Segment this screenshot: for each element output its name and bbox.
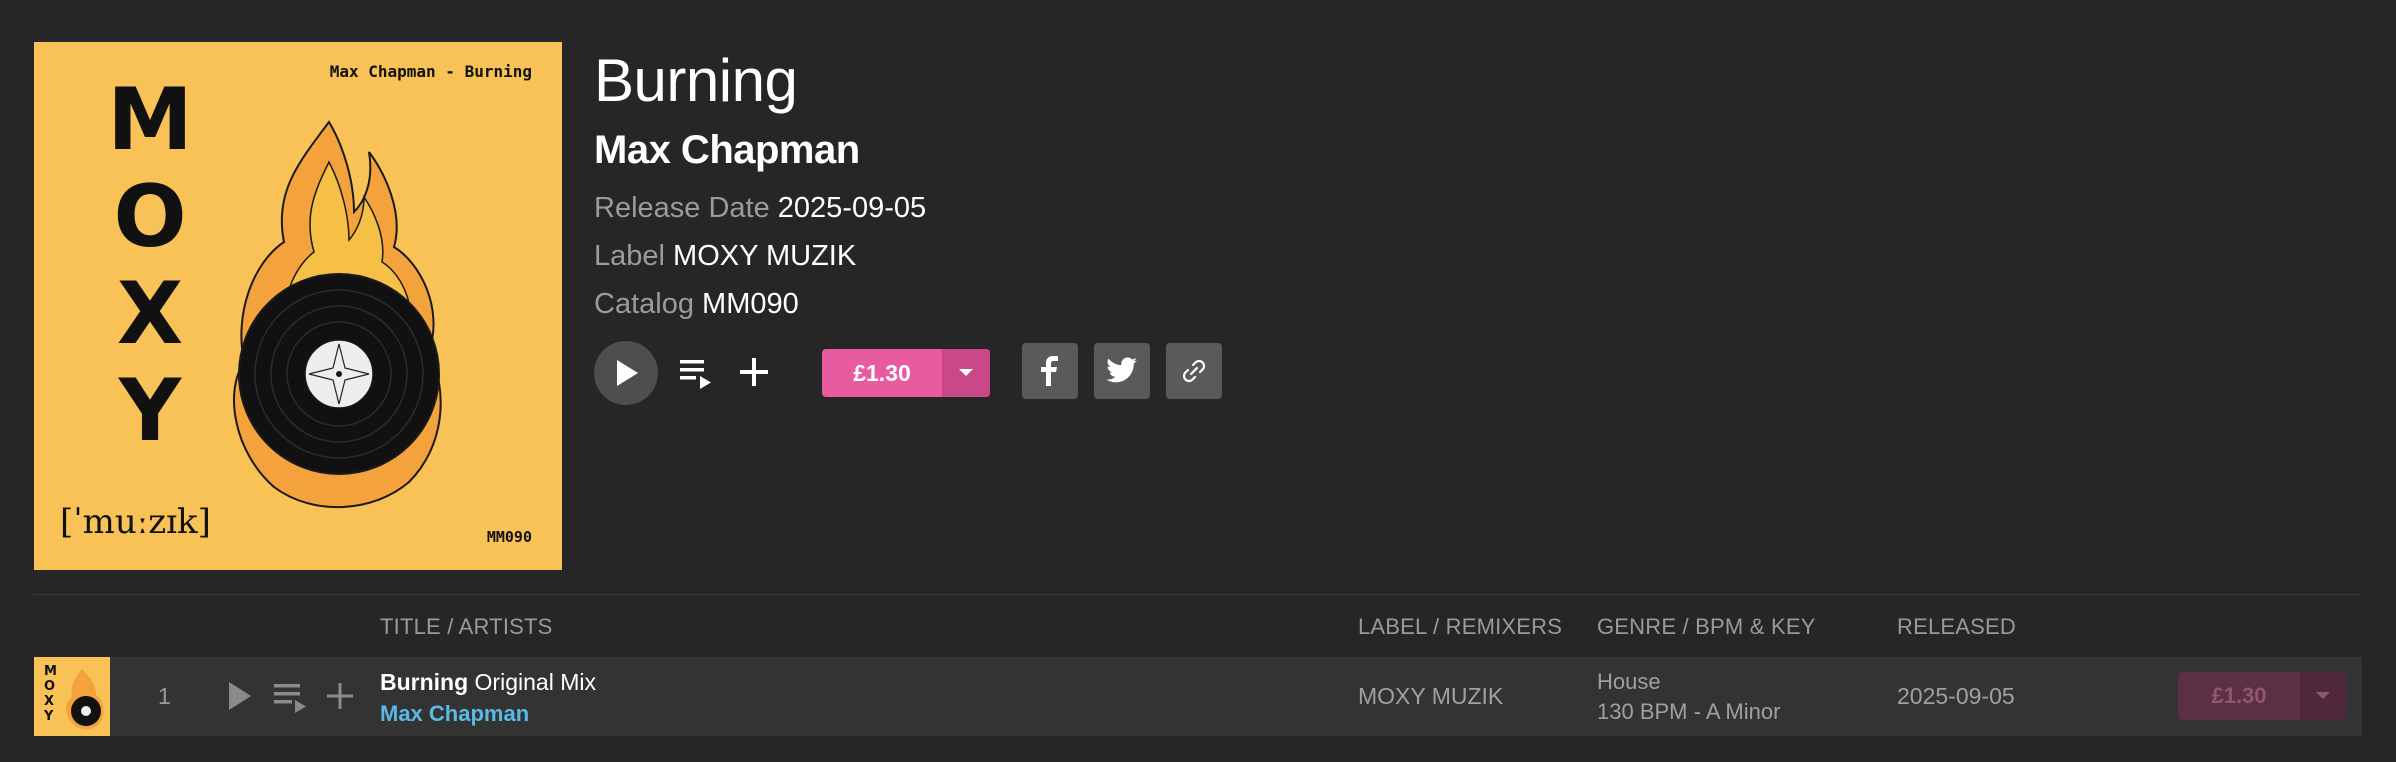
plus-icon [740,358,768,386]
label-link[interactable]: MOXY MUZIK [673,240,856,272]
plus-icon [327,683,353,709]
track-price-options-dropdown[interactable] [2300,672,2346,720]
svg-text:O: O [44,679,55,694]
add-track-to-queue-button[interactable] [272,681,308,720]
track-cover-thumbnail: M O X Y [34,657,110,736]
catalog-row: Catalog MM090 [594,288,799,321]
play-icon [617,360,638,386]
copy-link-button[interactable] [1166,343,1222,399]
add-track-to-playlist-button[interactable] [324,680,356,717]
release-price[interactable]: £1.30 [822,349,942,397]
share-facebook-button[interactable] [1022,343,1078,399]
cover-letter: M [107,70,193,170]
queue-icon [680,360,711,389]
label-row: Label MOXY MUZIK [594,240,856,273]
play-release-button[interactable] [594,341,658,405]
flaming-record-illustration [233,120,442,509]
release-date-row: Release Date 2025-09-05 [594,192,926,225]
chevron-down-icon [959,369,973,376]
cover-top-text: Max Chapman - Burning [329,62,532,81]
track-title-link[interactable]: Burning Original Mix [380,669,596,696]
section-divider [34,594,2362,595]
twitter-icon [1106,357,1137,383]
track-row[interactable]: M O X Y 1 Burning Original Mix Max Chapm… [34,657,2362,736]
release-cover-art: M O X Y Max Chapman - Burning [ˈmuːzɪk] … [34,42,562,570]
column-header-label-remixers[interactable]: LABEL / REMIXERS [1358,614,1562,640]
catalog-value: MM090 [702,288,799,320]
label-key: Label [594,240,665,272]
track-genre-link[interactable]: House [1597,669,1661,695]
track-thumbnail[interactable]: M O X Y [34,657,110,736]
cover-letter: O [113,167,187,267]
track-artist-link[interactable]: Max Chapman [380,701,529,727]
cover-letter: Y [118,361,182,461]
column-header-title-artists[interactable]: TITLE / ARTISTS [380,614,553,640]
release-date-key: Release Date [594,192,770,224]
cover-phonetic-text: [ˈmuːzɪk] [60,502,211,542]
track-title[interactable]: Burning [380,669,468,695]
add-to-playlist-button[interactable] [736,354,772,395]
link-icon [1182,359,1206,383]
release-date-value: 2025-09-05 [777,192,927,224]
column-header-genre-bpm-key[interactable]: GENRE / BPM & KEY [1597,614,1816,640]
price-options-dropdown[interactable] [942,349,990,397]
svg-text:M: M [44,664,57,679]
play-track-button[interactable] [226,681,252,716]
cover-catalog-text: MM090 [486,528,532,546]
cover-letters: M O X Y [86,72,214,460]
catalog-key: Catalog [594,288,694,320]
queue-icon [274,684,306,713]
add-to-queue-button[interactable] [678,355,714,396]
share-twitter-button[interactable] [1094,343,1150,399]
track-label-link[interactable]: MOXY MUZIK [1358,683,1503,710]
track-number: 1 [158,683,171,709]
buy-release-button[interactable]: £1.30 [822,349,990,397]
column-header-released[interactable]: RELEASED [1897,614,2016,640]
release-title: Burning [594,47,798,114]
release-artist-link[interactable]: Max Chapman [594,128,860,173]
cover-letter: X [116,264,184,364]
svg-text:X: X [44,694,54,709]
track-price[interactable]: £1.30 [2178,672,2300,720]
svg-text:Y: Y [43,709,54,724]
facebook-icon [1041,356,1058,386]
track-bpm-key: 130 BPM - A Minor [1597,699,1781,724]
track-mix[interactable]: Original Mix [475,669,596,695]
track-release-date: 2025-09-05 [1897,683,2015,709]
chevron-down-icon [2316,692,2330,699]
buy-track-button[interactable]: £1.30 [2178,672,2346,720]
play-icon [229,682,251,710]
